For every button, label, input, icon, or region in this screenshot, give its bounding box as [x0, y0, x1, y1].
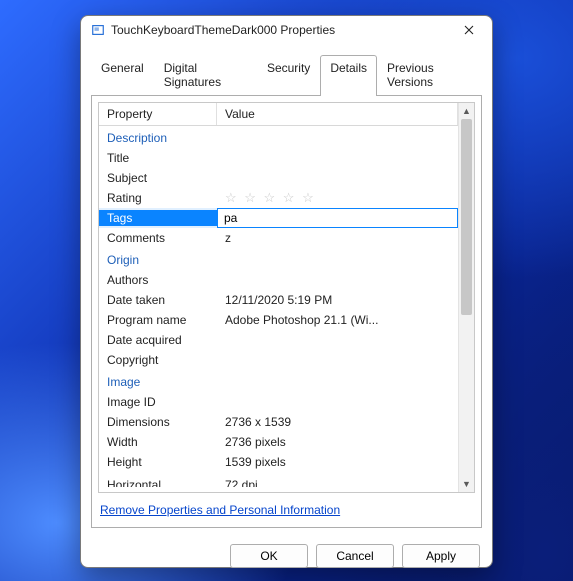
row-copyright[interactable]: Copyright: [99, 350, 458, 370]
cancel-button[interactable]: Cancel: [316, 544, 394, 568]
row-image-id[interactable]: Image ID: [99, 392, 458, 412]
file-icon: [91, 23, 105, 37]
tab-digital-signatures[interactable]: Digital Signatures: [154, 55, 257, 96]
close-button[interactable]: [452, 16, 486, 44]
properties-grid: Property Value Description Title Subject…: [98, 102, 475, 493]
row-subject[interactable]: Subject: [99, 168, 458, 188]
row-tags[interactable]: Tags: [99, 208, 458, 228]
scroll-thumb[interactable]: [461, 119, 472, 315]
header-property[interactable]: Property: [99, 103, 217, 125]
section-description: Description: [99, 126, 458, 148]
row-comments[interactable]: Commentsz: [99, 228, 458, 248]
properties-dialog: TouchKeyboardThemeDark000 Properties Gen…: [80, 15, 493, 568]
row-rating[interactable]: Rating☆ ☆ ☆ ☆ ☆: [99, 188, 458, 208]
tab-security[interactable]: Security: [257, 55, 320, 96]
header-value[interactable]: Value: [217, 103, 458, 125]
tab-general[interactable]: General: [91, 55, 154, 96]
dialog-buttons: OK Cancel Apply: [81, 536, 492, 580]
window-title: TouchKeyboardThemeDark000 Properties: [111, 23, 452, 37]
row-authors[interactable]: Authors: [99, 270, 458, 290]
apply-button[interactable]: Apply: [402, 544, 480, 568]
rating-stars-icon[interactable]: ☆ ☆ ☆ ☆ ☆: [225, 190, 316, 205]
close-icon: [464, 25, 474, 35]
row-horizontal-resolution[interactable]: Horizontal resolution72 dpi: [99, 472, 458, 492]
ok-button[interactable]: OK: [230, 544, 308, 568]
vertical-scrollbar[interactable]: ▲ ▼: [458, 103, 474, 492]
tab-previous-versions[interactable]: Previous Versions: [377, 55, 482, 96]
tabs: General Digital Signatures Security Deta…: [81, 54, 492, 95]
scroll-up-icon[interactable]: ▲: [459, 103, 474, 119]
row-title[interactable]: Title: [99, 148, 458, 168]
section-image: Image: [99, 370, 458, 392]
row-date-acquired[interactable]: Date acquired: [99, 330, 458, 350]
row-width[interactable]: Width2736 pixels: [99, 432, 458, 452]
remove-properties-link[interactable]: Remove Properties and Personal Informati…: [100, 503, 340, 517]
row-date-taken[interactable]: Date taken12/11/2020 5:19 PM: [99, 290, 458, 310]
row-program-name[interactable]: Program nameAdobe Photoshop 21.1 (Wi...: [99, 310, 458, 330]
tags-input[interactable]: [217, 208, 458, 228]
row-height[interactable]: Height1539 pixels: [99, 452, 458, 472]
row-dimensions[interactable]: Dimensions2736 x 1539: [99, 412, 458, 432]
grid-header: Property Value: [99, 103, 458, 126]
titlebar: TouchKeyboardThemeDark000 Properties: [81, 16, 492, 44]
details-pane: Property Value Description Title Subject…: [91, 95, 482, 528]
section-origin: Origin: [99, 248, 458, 270]
scroll-down-icon[interactable]: ▼: [459, 476, 474, 492]
scroll-track[interactable]: [459, 119, 474, 476]
link-row: Remove Properties and Personal Informati…: [98, 493, 475, 519]
tab-details[interactable]: Details: [320, 55, 377, 96]
